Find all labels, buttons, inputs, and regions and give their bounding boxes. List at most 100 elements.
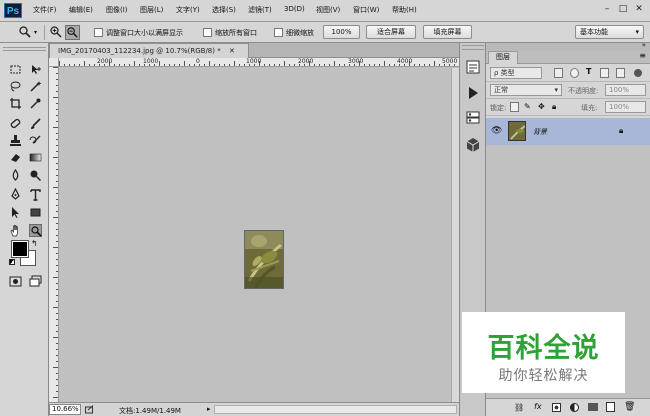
crop-tool-icon[interactable] bbox=[9, 97, 22, 110]
zoom-tool-preset-icon[interactable] bbox=[18, 25, 32, 39]
actions-panel-icon[interactable] bbox=[463, 83, 483, 103]
hand-tool-icon[interactable] bbox=[9, 224, 22, 237]
delete-layer-icon[interactable]: 🗑︎ bbox=[624, 402, 635, 412]
menu-edit[interactable]: 编辑(E) bbox=[69, 5, 93, 15]
lasso-tool-icon[interactable] bbox=[9, 80, 22, 93]
new-group-icon[interactable] bbox=[588, 403, 598, 411]
magic-wand-tool-icon[interactable] bbox=[29, 80, 42, 93]
document-image[interactable] bbox=[244, 230, 284, 289]
zoom-in-icon[interactable] bbox=[49, 25, 63, 39]
ruler-tick bbox=[56, 169, 58, 170]
minimize-button[interactable]: – bbox=[601, 4, 613, 16]
vertical-scrollbar[interactable] bbox=[451, 68, 459, 402]
lock-transparent-icon[interactable] bbox=[510, 102, 519, 112]
filter-kind-select[interactable]: ρ 类型 bbox=[490, 67, 542, 79]
panel-menu-icon[interactable]: ≡ bbox=[639, 51, 646, 60]
document-tab[interactable]: IMG_20170403_112234.jpg @ 10.7%(RGB/8) *… bbox=[49, 43, 249, 58]
eraser-tool-icon[interactable] bbox=[9, 151, 22, 164]
horizontal-scrollbar[interactable] bbox=[214, 405, 457, 414]
layer-style-icon[interactable]: fx bbox=[534, 402, 542, 411]
zoom-level-field[interactable]: 10.66% bbox=[49, 404, 81, 415]
rectangle-tool-icon[interactable] bbox=[29, 206, 42, 219]
filter-adjustment-icon[interactable] bbox=[570, 68, 579, 78]
zoom-all-checkbox[interactable] bbox=[203, 28, 212, 37]
quick-mask-icon[interactable] bbox=[9, 275, 22, 288]
swap-colors-icon[interactable]: ↰ bbox=[31, 239, 38, 248]
toolbar-grip[interactable] bbox=[3, 47, 46, 51]
move-tool-icon[interactable] bbox=[29, 63, 42, 76]
layer-item-background[interactable]: 👁︎ 背景 🔒︎ bbox=[486, 118, 650, 145]
lock-image-icon[interactable]: ✎ bbox=[524, 102, 531, 111]
chevron-down-icon[interactable]: ▾ bbox=[34, 29, 37, 36]
scrubby-zoom-checkbox[interactable] bbox=[274, 28, 283, 37]
eyedropper-tool-icon[interactable] bbox=[29, 97, 42, 110]
menu-3d[interactable]: 3D(D) bbox=[284, 5, 305, 13]
menu-filter[interactable]: 滤镜(T) bbox=[248, 5, 272, 15]
add-mask-icon[interactable] bbox=[552, 403, 561, 412]
new-adjustment-layer-icon[interactable] bbox=[570, 403, 579, 412]
resize-windows-checkbox[interactable] bbox=[94, 28, 103, 37]
export-icon[interactable] bbox=[85, 405, 94, 414]
menu-image[interactable]: 图像(I) bbox=[106, 5, 128, 15]
menu-view[interactable]: 视图(V) bbox=[316, 5, 340, 15]
path-selection-tool-icon[interactable] bbox=[9, 206, 22, 219]
pen-tool-icon[interactable] bbox=[9, 188, 22, 201]
layer-name[interactable]: 背景 bbox=[533, 127, 547, 137]
panel-header-strip[interactable]: » bbox=[486, 41, 650, 51]
menu-select[interactable]: 选择(S) bbox=[212, 5, 236, 15]
tab-layers[interactable]: 图层 bbox=[488, 51, 518, 64]
fill-field[interactable]: 100% bbox=[605, 101, 646, 113]
marquee-tool-icon[interactable] bbox=[9, 63, 22, 76]
lock-position-icon[interactable]: ✥ bbox=[538, 102, 545, 111]
workspace-select[interactable]: 基本功能 ▾ bbox=[575, 25, 644, 39]
zoom-out-icon[interactable] bbox=[65, 25, 80, 40]
default-colors-icon[interactable] bbox=[9, 259, 15, 265]
history-brush-tool-icon[interactable] bbox=[29, 134, 42, 147]
ruler-tick bbox=[159, 61, 160, 66]
new-layer-icon[interactable] bbox=[606, 402, 615, 412]
blend-mode-select[interactable]: 正常 ▾ bbox=[490, 84, 562, 96]
menu-window[interactable]: 窗口(W) bbox=[353, 5, 379, 15]
dodge-tool-icon[interactable] bbox=[29, 169, 42, 182]
filter-smart-object-icon[interactable] bbox=[616, 68, 625, 78]
opacity-field[interactable]: 100% bbox=[605, 84, 646, 96]
menu-layer[interactable]: 图层(L) bbox=[140, 5, 163, 15]
filter-shape-icon[interactable] bbox=[600, 68, 609, 78]
close-tab-icon[interactable]: ✕ bbox=[229, 47, 235, 55]
status-menu-arrow-icon[interactable]: ▸ bbox=[207, 405, 211, 413]
filter-type-icon[interactable]: T bbox=[586, 67, 591, 76]
history-panel-icon[interactable] bbox=[463, 57, 483, 77]
horizontal-ruler[interactable]: 2000 1000 0 1000 2000 3000 4000 5000 bbox=[59, 58, 459, 67]
gradient-tool-icon[interactable] bbox=[29, 151, 42, 164]
channels-panel-icon[interactable] bbox=[463, 109, 483, 129]
clone-stamp-tool-icon[interactable] bbox=[9, 134, 22, 147]
layer-thumbnail[interactable] bbox=[508, 121, 526, 141]
visibility-eye-icon[interactable]: 👁︎ bbox=[491, 126, 502, 136]
menu-file[interactable]: 文件(F) bbox=[33, 5, 57, 15]
filter-toggle-icon[interactable] bbox=[634, 69, 642, 77]
collapse-panel-icon[interactable]: » bbox=[642, 41, 646, 49]
fit-screen-button[interactable]: 适合屏幕 bbox=[366, 25, 416, 39]
fill-screen-button[interactable]: 填充屏幕 bbox=[423, 25, 472, 39]
ruler-tick bbox=[56, 391, 58, 392]
document-size-info[interactable]: 文档:1.49M/1.49M bbox=[119, 406, 181, 416]
menu-help[interactable]: 帮助(H) bbox=[392, 5, 417, 15]
blur-tool-icon[interactable] bbox=[9, 169, 22, 182]
vertical-ruler[interactable] bbox=[49, 67, 59, 404]
canvas-area[interactable] bbox=[60, 68, 459, 404]
close-button[interactable]: ✕ bbox=[633, 4, 645, 16]
type-tool-icon[interactable] bbox=[29, 188, 42, 201]
screen-mode-icon[interactable] bbox=[29, 275, 42, 288]
zoom-tool-icon[interactable] bbox=[29, 224, 42, 237]
lock-all-icon[interactable]: 🔒︎ bbox=[552, 102, 556, 112]
maximize-button[interactable]: □ bbox=[617, 4, 629, 16]
link-layers-icon[interactable]: ⛓︎ bbox=[514, 403, 524, 412]
filter-pixel-icon[interactable] bbox=[554, 68, 563, 78]
brush-tool-icon[interactable] bbox=[29, 117, 42, 130]
dock-grip[interactable] bbox=[462, 45, 484, 50]
foreground-color-swatch[interactable] bbox=[11, 240, 29, 258]
zoom-100-button[interactable]: 100% bbox=[323, 25, 360, 39]
menu-type[interactable]: 文字(Y) bbox=[176, 5, 200, 15]
3d-panel-icon[interactable] bbox=[463, 135, 483, 155]
healing-brush-tool-icon[interactable] bbox=[9, 117, 22, 130]
